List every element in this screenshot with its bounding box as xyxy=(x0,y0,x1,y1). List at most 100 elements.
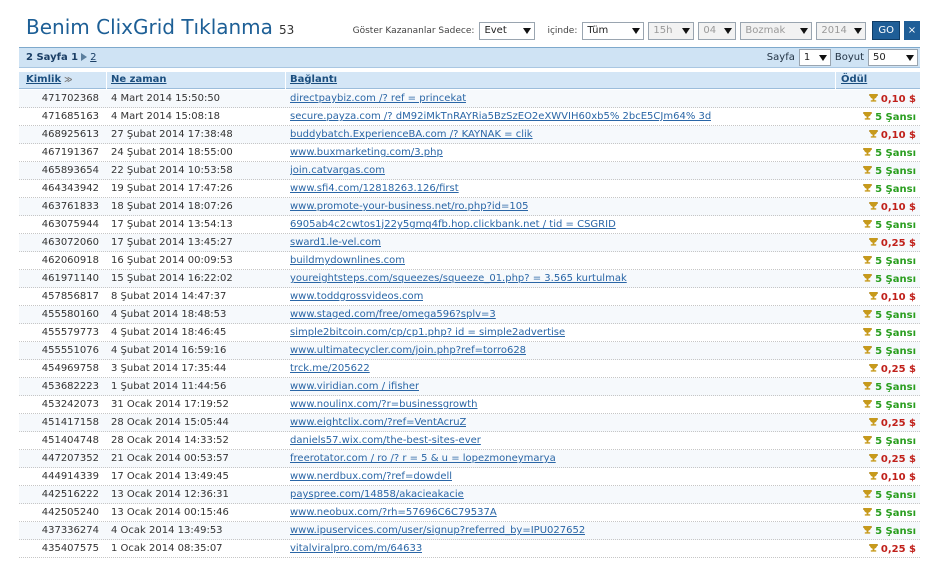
page-select[interactable]: 1 xyxy=(798,49,831,66)
row-id: 465893654 xyxy=(41,165,99,176)
month-select[interactable]: Bozmak xyxy=(740,21,813,40)
table-row: 462060918 16 Şubat 2014 00:09:53 buildmydo… xyxy=(19,252,920,270)
column-prize-header[interactable]: Ödül xyxy=(841,74,867,85)
row-link[interactable]: www.ipuservices.com/user/signup?referred… xyxy=(290,525,585,536)
row-date: 28 Ocak 2014 15:05:44 xyxy=(111,417,229,428)
row-id: 457856817 xyxy=(41,291,99,302)
trophy-icon xyxy=(863,381,873,391)
row-link[interactable]: freerotator.com / ro /? r = 5 & u = lope… xyxy=(290,453,556,464)
trophy-icon xyxy=(863,147,873,157)
row-id: 455579773 xyxy=(41,327,99,338)
row-link[interactable]: www.viridian.com / ifisher xyxy=(290,381,419,392)
row-link[interactable]: directpaybiz.com /? ref = princekat xyxy=(290,93,466,104)
page-2-link[interactable]: 2 xyxy=(90,52,96,63)
row-link[interactable]: payspree.com/14858/akacieakacie xyxy=(290,489,464,500)
row-link[interactable]: www.toddgrossvideos.com xyxy=(290,291,423,302)
table-row: 468925613 27 Şubat 2014 17:38:48 buddybatc… xyxy=(19,126,920,144)
hour-select[interactable]: 15h xyxy=(648,21,695,40)
row-link[interactable]: www.neobux.com/?rh=57696C6C79537A xyxy=(290,507,497,518)
row-date: 19 Şubat 2014 17:47:26 xyxy=(111,183,233,194)
row-prize-value: 5 Şansı xyxy=(875,346,916,357)
row-link[interactable]: buddybatch.ExperienceBA.com /? KAYNAK = … xyxy=(290,129,533,140)
page-select-value: 1 xyxy=(803,52,811,63)
row-id: 462060918 xyxy=(41,255,99,266)
row-link[interactable]: 6905ab4c2cwtos1j22y5gmq4fb.hop.clickbank… xyxy=(290,219,616,230)
row-prize: 5 Şansı xyxy=(863,381,916,393)
row-id: 444914339 xyxy=(41,471,99,482)
column-divider xyxy=(285,72,286,89)
row-link[interactable]: simple2bitcoin.com/cp/cp1.php? id = simp… xyxy=(290,327,565,338)
row-date: 4 Şubat 2014 18:46:45 xyxy=(111,327,227,338)
column-link-header[interactable]: Bağlantı xyxy=(290,74,337,85)
page-header: Benim ClixGrid Tıklanma 53 Göster Kazanan… xyxy=(0,0,938,42)
row-link[interactable]: www.ultimatecycler.com/join.php?ref=torr… xyxy=(290,345,526,356)
table-row: 464343942 19 Şubat 2014 17:47:26 www.sfi4.… xyxy=(19,180,920,198)
row-prize-value: 5 Şansı xyxy=(875,526,916,537)
trophy-icon xyxy=(863,165,873,175)
chevron-down-icon xyxy=(724,27,733,34)
row-id: 437336274 xyxy=(41,525,99,536)
row-id: 453242073 xyxy=(41,399,99,410)
row-prize: 0,25 $ xyxy=(868,417,916,429)
row-link[interactable]: youreightsteps.com/squeezes/squeeze_01.p… xyxy=(290,273,627,284)
row-date: 4 Şubat 2014 18:48:53 xyxy=(111,309,227,320)
row-prize-value: 5 Şansı xyxy=(875,256,916,267)
table-row: 463072060 17 Şubat 2014 13:45:27 sward1.le… xyxy=(19,234,920,252)
row-link[interactable]: www.staged.com/free/omega596?splv=3 xyxy=(290,309,496,320)
chevron-down-icon xyxy=(682,27,691,34)
winners-filter-label: Göster Kazananlar Sadece: xyxy=(352,25,475,36)
trophy-icon xyxy=(863,309,873,319)
row-date: 4 Mart 2014 15:08:18 xyxy=(111,111,221,122)
row-link[interactable]: www.noulinx.com/?r=businessgrowth xyxy=(290,399,478,410)
row-date: 24 Şubat 2014 18:55:00 xyxy=(111,147,233,158)
row-prize: 5 Şansı xyxy=(863,507,916,519)
row-link[interactable]: secure.payza.com /? dM92iMkTnRAYRia5BzSz… xyxy=(290,111,711,122)
chevron-down-icon xyxy=(906,55,914,61)
trophy-icon xyxy=(863,327,873,337)
row-date: 1 Ocak 2014 08:35:07 xyxy=(111,543,223,554)
in-label: içinde: xyxy=(547,25,578,36)
row-prize-value: 5 Şansı xyxy=(875,112,916,123)
row-link[interactable]: join.catvargas.com xyxy=(290,165,385,176)
range-select[interactable]: Tüm xyxy=(582,21,645,40)
table-row: 471702368 4 Mart 2014 15:50:50 directpaybi… xyxy=(19,90,920,108)
row-link[interactable]: daniels57.wix.com/the-best-sites-ever xyxy=(290,435,481,446)
table-row: 467191367 24 Şubat 2014 18:55:00 www.buxma… xyxy=(19,144,920,162)
trophy-icon xyxy=(868,291,878,301)
table-body: 471702368 4 Mart 2014 15:50:50 directpaybi… xyxy=(19,90,920,558)
row-id: 463761833 xyxy=(41,201,99,212)
table-row: 451417158 28 Ocak 2014 15:05:44 www.eightc… xyxy=(19,414,920,432)
trophy-icon xyxy=(868,543,878,553)
column-date-header[interactable]: Ne zaman xyxy=(111,74,167,85)
row-id: 471685163 xyxy=(41,111,99,122)
size-select-value: 50 xyxy=(873,52,886,63)
row-link[interactable]: www.sfi4.com/12818263.126/first xyxy=(290,183,459,194)
row-link[interactable]: trck.me/205622 xyxy=(290,363,370,374)
row-prize-value: 0,10 $ xyxy=(880,292,916,303)
row-link[interactable]: sward1.le-vel.com xyxy=(290,237,381,248)
go-button[interactable]: GO xyxy=(872,21,900,40)
row-prize: 5 Şansı xyxy=(863,165,916,177)
year-select[interactable]: 2014 xyxy=(816,21,867,40)
table-row: 442516222 13 Ocak 2014 12:36:31 payspree.c… xyxy=(19,486,920,504)
row-prize: 5 Şansı xyxy=(863,219,916,231)
row-link[interactable]: buildmydownlines.com xyxy=(290,255,405,266)
trophy-icon xyxy=(863,219,873,229)
column-id-header[interactable]: Kimlik ≫ xyxy=(26,74,72,85)
winners-only-select[interactable]: Evet xyxy=(479,21,536,40)
row-link[interactable]: vitalviralpro.com/m/64633 xyxy=(290,543,422,554)
row-id: 467191367 xyxy=(41,147,99,158)
click-count: 53 xyxy=(278,23,295,37)
day-select[interactable]: 04 xyxy=(698,21,737,40)
row-link[interactable]: www.eightclix.com/?ref=VentAcruZ xyxy=(290,417,466,428)
row-link[interactable]: www.nerdbux.com/?ref=dowdell xyxy=(290,471,452,482)
row-date: 15 Şubat 2014 16:22:02 xyxy=(111,273,233,284)
row-link[interactable]: www.buxmarketing.com/3.php xyxy=(290,147,443,158)
row-date: 4 Ocak 2014 13:49:53 xyxy=(111,525,223,536)
row-link[interactable]: www.promote-your-business.net/ro.php?id=… xyxy=(290,201,528,212)
row-prize-value: 5 Şansı xyxy=(875,508,916,519)
close-button[interactable]: × xyxy=(904,21,920,40)
size-select[interactable]: 50 xyxy=(868,49,918,66)
next-page-icon[interactable] xyxy=(81,53,88,61)
row-id: 435407575 xyxy=(41,543,99,554)
